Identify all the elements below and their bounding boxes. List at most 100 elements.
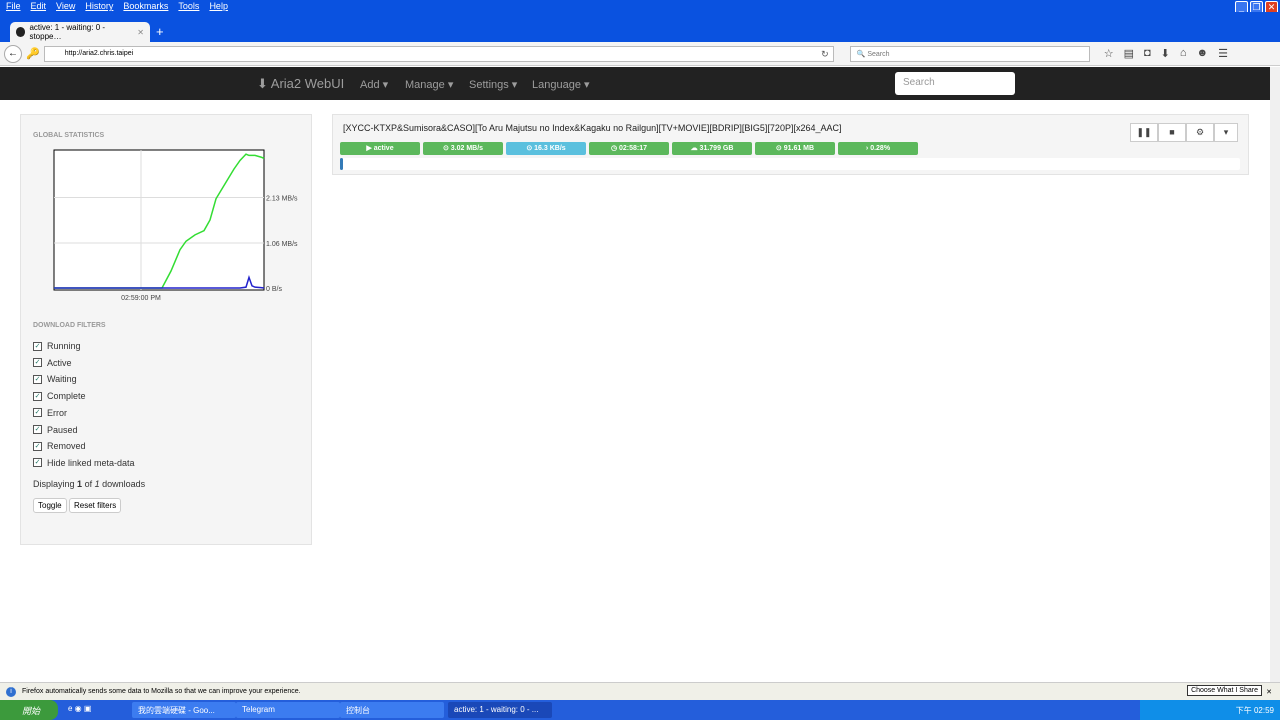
menu-help[interactable]: Help xyxy=(209,1,228,11)
checkbox[interactable]: ✓ xyxy=(33,408,42,418)
eta-badge: ◷ 02:58:17 xyxy=(589,142,669,155)
downloads-icon[interactable]: ⬇ xyxy=(1161,47,1170,60)
filter-label: Error xyxy=(47,407,67,418)
back-button[interactable]: ← xyxy=(4,44,22,63)
settings-button[interactable]: ⚙ xyxy=(1186,123,1214,142)
menu-tools[interactable]: Tools xyxy=(178,1,199,11)
quicklaunch-icons[interactable]: e ◉ ▣ xyxy=(68,704,91,713)
checkbox[interactable]: ✓ xyxy=(33,425,42,434)
speed-chart: 0 B/s 1.06 MB/s 2.13 MB/s 02:59:00 PM xyxy=(53,149,298,302)
y-tick-label: 1.06 MB/s xyxy=(266,241,298,248)
filter-label: Running xyxy=(47,341,81,351)
url-bar[interactable]: http://aria2.chris.taipei ↻ xyxy=(43,45,834,62)
sidebar-panel: GLOBAL STATISTICS 0 B/s 1.06 MB/s 2.13 MB/… xyxy=(20,114,312,545)
taskbar-item[interactable]: 我的雲端硬碟 - Goo... xyxy=(132,702,236,718)
info-icon: i xyxy=(6,686,16,697)
nav-add[interactable]: Add ▾ xyxy=(360,78,388,91)
download-icon xyxy=(16,27,26,37)
status-badge: ▶ active xyxy=(340,142,420,155)
close-tab-icon[interactable]: ✕ xyxy=(137,28,144,37)
filter-complete[interactable]: ✓ Complete xyxy=(33,391,86,401)
menu-view[interactable]: View xyxy=(56,1,75,11)
notification-bar: i Firefox automatically sends some data … xyxy=(0,682,1280,700)
checkbox[interactable]: ✓ xyxy=(33,441,42,451)
nav-manage[interactable]: Manage ▾ xyxy=(405,78,453,91)
y-tick-label: 0 B/s xyxy=(266,286,282,293)
download-speed-badge: ⊙ 3.02 MB/s xyxy=(423,142,503,155)
filter-label: Hide linked meta-data xyxy=(47,457,135,468)
url-text: http://aria2.chris.taipei xyxy=(64,49,134,57)
progress-bar xyxy=(340,158,1240,170)
menu-file[interactable]: File xyxy=(6,1,21,11)
menu-history[interactable]: History xyxy=(85,1,113,11)
downloaded-badge: ⊙ 91.61 MB xyxy=(755,142,835,155)
star-icon[interactable]: ☆ xyxy=(1104,47,1114,60)
filter-label: Active xyxy=(47,357,72,368)
progress-fill xyxy=(340,158,343,170)
filter-label: Removed xyxy=(47,441,86,452)
filter-removed[interactable]: ✓ Removed xyxy=(33,441,86,451)
reload-icon[interactable]: ↻ xyxy=(821,49,829,60)
app-navbar: ⬇ Aria2 WebUI Add ▾ Manage ▾ Settings ▾ … xyxy=(0,67,1270,100)
taskbar-item[interactable]: active: 1 - waiting: 0 - ... xyxy=(448,702,552,718)
start-button[interactable]: 開始 xyxy=(0,700,58,720)
x-tick-label: 02:59:00 PM xyxy=(121,295,161,302)
nav-settings[interactable]: Settings ▾ xyxy=(469,78,517,91)
brand[interactable]: ⬇ Aria2 WebUI xyxy=(257,76,344,92)
filter-running[interactable]: ✓ Running xyxy=(33,341,81,351)
app-search-input[interactable]: Search xyxy=(895,72,1015,95)
checkbox[interactable]: ✓ xyxy=(33,374,42,384)
filter-hide-linked-meta-data[interactable]: ✓ Hide linked meta-data xyxy=(33,458,135,468)
more-dropdown-button[interactable]: ▾ xyxy=(1214,123,1238,142)
taskbar-item[interactable]: Telegram xyxy=(236,702,340,718)
notification-text: Firefox automatically sends some data to… xyxy=(22,688,301,695)
menu-bar: File Edit View History Bookmarks Tools H… xyxy=(0,0,1280,12)
reset-filters-button[interactable]: Reset filters xyxy=(69,498,122,513)
filter-label: Waiting xyxy=(47,374,77,385)
filter-label: Paused xyxy=(47,424,78,435)
checkbox[interactable]: ✓ xyxy=(33,391,42,401)
hello-icon[interactable]: ☻ xyxy=(1197,47,1209,60)
browser-search-input[interactable]: 🔍 Search xyxy=(849,45,1090,62)
filters-heading: DOWNLOAD FILTERS xyxy=(33,322,106,329)
key-icon: 🔑 xyxy=(26,48,40,60)
download-item[interactable]: [XYCC-KTXP&Sumisora&CASO][To Aru Majutsu… xyxy=(332,114,1249,175)
page-scrollbar[interactable] xyxy=(1270,67,1280,682)
nav-bar: ← 🔑 http://aria2.chris.taipei ↻ 🔍 Search … xyxy=(0,42,1280,66)
browser-search-placeholder: Search xyxy=(867,50,890,58)
nav-language[interactable]: Language ▾ xyxy=(532,78,590,91)
download-name: [XYCC-KTXP&Sumisora&CASO][To Aru Majutsu… xyxy=(343,123,842,133)
checkbox[interactable]: ✓ xyxy=(33,458,42,468)
choose-share-button[interactable]: Choose What I Share xyxy=(1187,685,1262,696)
size-badge: ☁ 31.799 GB xyxy=(672,142,752,155)
tab-title: active: 1 - waiting: 0 - stoppe… xyxy=(29,23,106,41)
hamburger-menu-icon[interactable]: ☰ xyxy=(1218,47,1228,60)
pause-button[interactable]: ❚❚ xyxy=(1130,123,1158,142)
taskbar-item[interactable]: 控制台 xyxy=(340,702,444,718)
filter-active[interactable]: ✓ Active xyxy=(33,358,72,368)
clock: 下午 02:59 xyxy=(1235,706,1274,715)
progress-badge: › 0.28% xyxy=(838,142,918,155)
filter-error[interactable]: ✓ Error xyxy=(33,408,67,418)
new-tab-button[interactable]: + xyxy=(156,24,164,39)
stop-button[interactable]: ■ xyxy=(1158,123,1186,142)
menu-bookmarks[interactable]: Bookmarks xyxy=(123,1,168,11)
menu-edit[interactable]: Edit xyxy=(31,1,47,11)
pocket-icon[interactable]: ◘ xyxy=(1144,47,1151,60)
checkbox[interactable]: ✓ xyxy=(33,341,42,351)
tab-bar: active: 1 - waiting: 0 - stoppe… ✕ + xyxy=(0,12,1280,42)
filter-waiting[interactable]: ✓ Waiting xyxy=(33,374,77,384)
reading-list-icon[interactable]: ▤ xyxy=(1124,47,1134,60)
checkbox[interactable]: ✓ xyxy=(33,358,42,368)
toggle-button[interactable]: Toggle xyxy=(33,498,67,513)
browser-tab[interactable]: active: 1 - waiting: 0 - stoppe… ✕ xyxy=(10,22,150,42)
upload-speed-badge: ⊙ 16.3 KB/s xyxy=(506,142,586,155)
filter-label: Complete xyxy=(47,391,86,402)
y-tick-label: 2.13 MB/s xyxy=(266,195,298,202)
displaying-text: Displaying 1 of 1 downloads xyxy=(33,479,146,489)
filter-paused[interactable]: ✓ Paused xyxy=(33,425,78,435)
brand-label: Aria2 WebUI xyxy=(270,76,345,91)
home-icon[interactable]: ⌂ xyxy=(1180,47,1187,60)
system-tray: 下午 02:59 xyxy=(1140,700,1280,720)
close-notification-icon[interactable]: ✕ xyxy=(1266,688,1272,696)
